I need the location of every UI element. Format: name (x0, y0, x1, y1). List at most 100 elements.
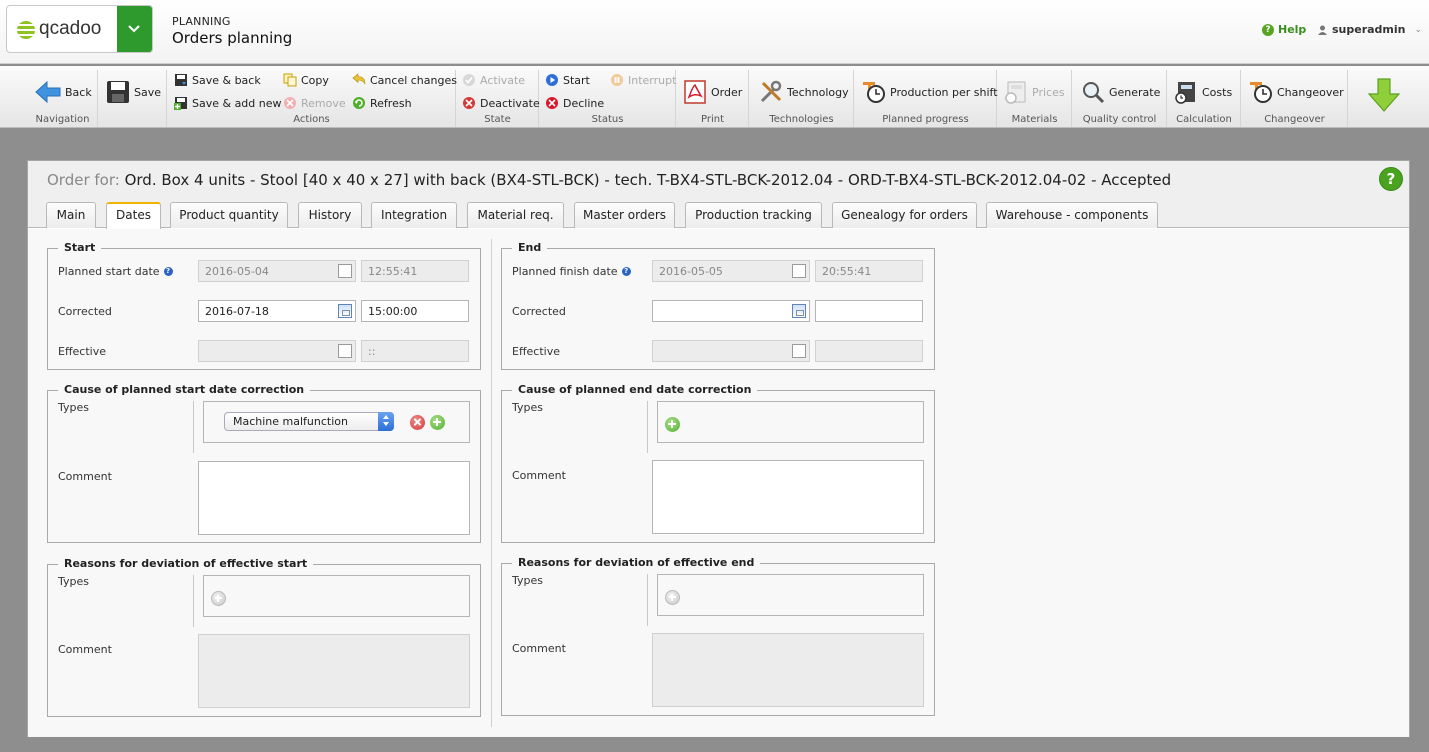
group-label-status: Status (591, 114, 624, 125)
panel-title: Order for: Ord. Box 4 units - Stool [40 … (47, 171, 1171, 189)
corrected-end-label: Corrected (512, 305, 566, 318)
deviation-start-types-list (203, 575, 470, 617)
costs-button[interactable]: Costs (1174, 80, 1232, 104)
planned-start-time-input: 12:55:41 (361, 260, 469, 282)
logo[interactable]: qcadoo (6, 5, 153, 53)
top-header: qcadoo PLANNING Orders planning ? Help s… (0, 0, 1429, 64)
remove-button[interactable]: Remove (283, 96, 346, 110)
info-icon[interactable]: ? (621, 267, 631, 276)
tab-product-quantity[interactable]: Product quantity (170, 202, 288, 228)
start-button[interactable]: Start (545, 73, 590, 87)
ribbon-group-navigation: Back Navigation (28, 70, 98, 127)
effective-end-date-input (652, 340, 810, 362)
save-disk-icon (107, 81, 129, 103)
calendar-icon (338, 264, 352, 278)
save-button[interactable]: Save (106, 80, 161, 104)
tab-main[interactable]: Main (46, 202, 96, 228)
back-arrow-icon (35, 80, 61, 104)
deviation-start-fieldset: Reasons for deviation of effective start… (47, 557, 481, 717)
ribbon-group-technologies: Technology Technologies (750, 70, 854, 127)
types-divider (193, 401, 194, 453)
tab-master-orders[interactable]: Master orders (574, 202, 675, 228)
panel-title-text: Ord. Box 4 units - Stool [40 x 40 x 27] … (124, 171, 1172, 189)
save-and-add-new-button[interactable]: Save & add new (174, 96, 282, 110)
add-type-disabled-icon (665, 590, 680, 605)
prices-button[interactable]: Prices (1004, 80, 1065, 104)
generate-button[interactable]: Generate (1081, 80, 1160, 104)
help-icon[interactable]: ? (1379, 167, 1403, 191)
play-icon (546, 74, 558, 86)
tab-production-tracking[interactable]: Production tracking (685, 202, 822, 228)
info-icon[interactable]: ? (163, 267, 173, 276)
select-arrows-icon (378, 412, 394, 431)
end-fieldset: End Planned finish date ? 2016-05-05 20:… (501, 241, 935, 370)
comment-label: Comment (58, 643, 112, 656)
save-and-back-button[interactable]: Save & back (174, 73, 261, 87)
ribbon-group-changeover: Changeover Changeover (1242, 70, 1348, 127)
help-link[interactable]: ? Help (1262, 23, 1306, 36)
add-type-icon[interactable] (430, 415, 445, 430)
activate-button[interactable]: Activate (462, 73, 525, 87)
copy-button[interactable]: Copy (283, 73, 329, 87)
ribbon-group-actions: Save & back Save & add new Copy Remove C… (168, 70, 457, 127)
deactivate-button[interactable]: Deactivate (462, 96, 540, 110)
add-type-icon[interactable] (665, 417, 680, 432)
tab-dates[interactable]: Dates (106, 202, 161, 229)
user-icon (1318, 25, 1327, 35)
tab-material-req[interactable]: Material req. (467, 202, 564, 228)
remove-type-icon[interactable] (410, 415, 425, 430)
cause-start-comment-textarea[interactable] (198, 461, 470, 535)
user-menu[interactable]: superadmin ⌄ (1318, 23, 1422, 36)
group-label-print: Print (700, 114, 724, 125)
chevron-down-icon: ⌄ (1414, 24, 1423, 35)
back-button[interactable]: Back (35, 80, 92, 104)
changeover-clock-icon (1250, 82, 1272, 103)
corrected-end-time-input[interactable] (815, 300, 923, 322)
tab-history[interactable]: History (298, 202, 362, 228)
pause-icon (611, 74, 623, 86)
cause-end-comment-textarea[interactable] (652, 460, 924, 534)
cancel-changes-button[interactable]: Cancel changes (352, 73, 457, 87)
planned-start-date-label: Planned start date ? (58, 265, 173, 278)
types-divider (647, 401, 648, 453)
tab-warehouse-components[interactable]: Warehouse - components (986, 202, 1158, 228)
cause-end-legend: Cause of planned end date correction (512, 383, 758, 396)
corrected-start-label: Corrected (58, 305, 112, 318)
ribbon-scroll-down-button[interactable] (1368, 78, 1400, 112)
order-form-panel: Order for: Ord. Box 4 units - Stool [40 … (27, 160, 1410, 737)
tab-integration[interactable]: Integration (371, 202, 457, 228)
corrected-start-time-input[interactable]: 15:00:00 (361, 300, 469, 322)
ribbon-group-calculation: Costs Calculation (1168, 70, 1241, 127)
calendar-icon[interactable] (792, 304, 806, 318)
panel-title-bar: Order for: Ord. Box 4 units - Stool [40 … (28, 161, 1409, 201)
cause-start-legend: Cause of planned start date correction (58, 383, 311, 396)
technology-button[interactable]: Technology (759, 80, 849, 104)
cause-type-select[interactable]: Machine malfunction (224, 412, 394, 431)
print-order-button[interactable]: Order (683, 80, 742, 104)
deviation-end-fieldset: Reasons for deviation of effective end T… (501, 556, 935, 716)
group-label-state: State (484, 114, 511, 125)
group-label-actions: Actions (293, 114, 330, 125)
corrected-end-date-input[interactable] (652, 300, 810, 322)
help-icon: ? (1262, 23, 1274, 36)
copy-icon (283, 73, 297, 87)
effective-start-time-input: :: (361, 340, 469, 362)
panel-title-prefix: Order for: (47, 171, 120, 189)
group-label-materials: Materials (1011, 114, 1058, 125)
types-divider (647, 574, 648, 626)
deviation-start-legend: Reasons for deviation of effective start (58, 557, 314, 570)
decline-button[interactable]: Decline (545, 96, 604, 110)
cause-start-correction-fieldset: Cause of planned start date correction T… (47, 383, 481, 543)
tab-genealogy-for-orders[interactable]: Genealogy for orders (832, 202, 977, 228)
ribbon-group-print: Order Print (677, 70, 749, 127)
menu-toggle-button[interactable] (117, 6, 152, 52)
calendar-icon[interactable] (338, 304, 352, 318)
cause-end-correction-fieldset: Cause of planned end date correction Typ… (501, 383, 935, 543)
interrupt-button[interactable]: Interrupt (610, 73, 676, 87)
changeover-button[interactable]: Changeover (1249, 80, 1344, 104)
corrected-start-date-input[interactable]: 2016-07-18 (198, 300, 356, 322)
ribbon-group-materials: Prices Materials (998, 70, 1072, 127)
refresh-button[interactable]: Refresh (352, 96, 412, 110)
logo-text: qcadoo (39, 18, 102, 39)
production-per-shift-button[interactable]: Production per shift (862, 80, 998, 104)
